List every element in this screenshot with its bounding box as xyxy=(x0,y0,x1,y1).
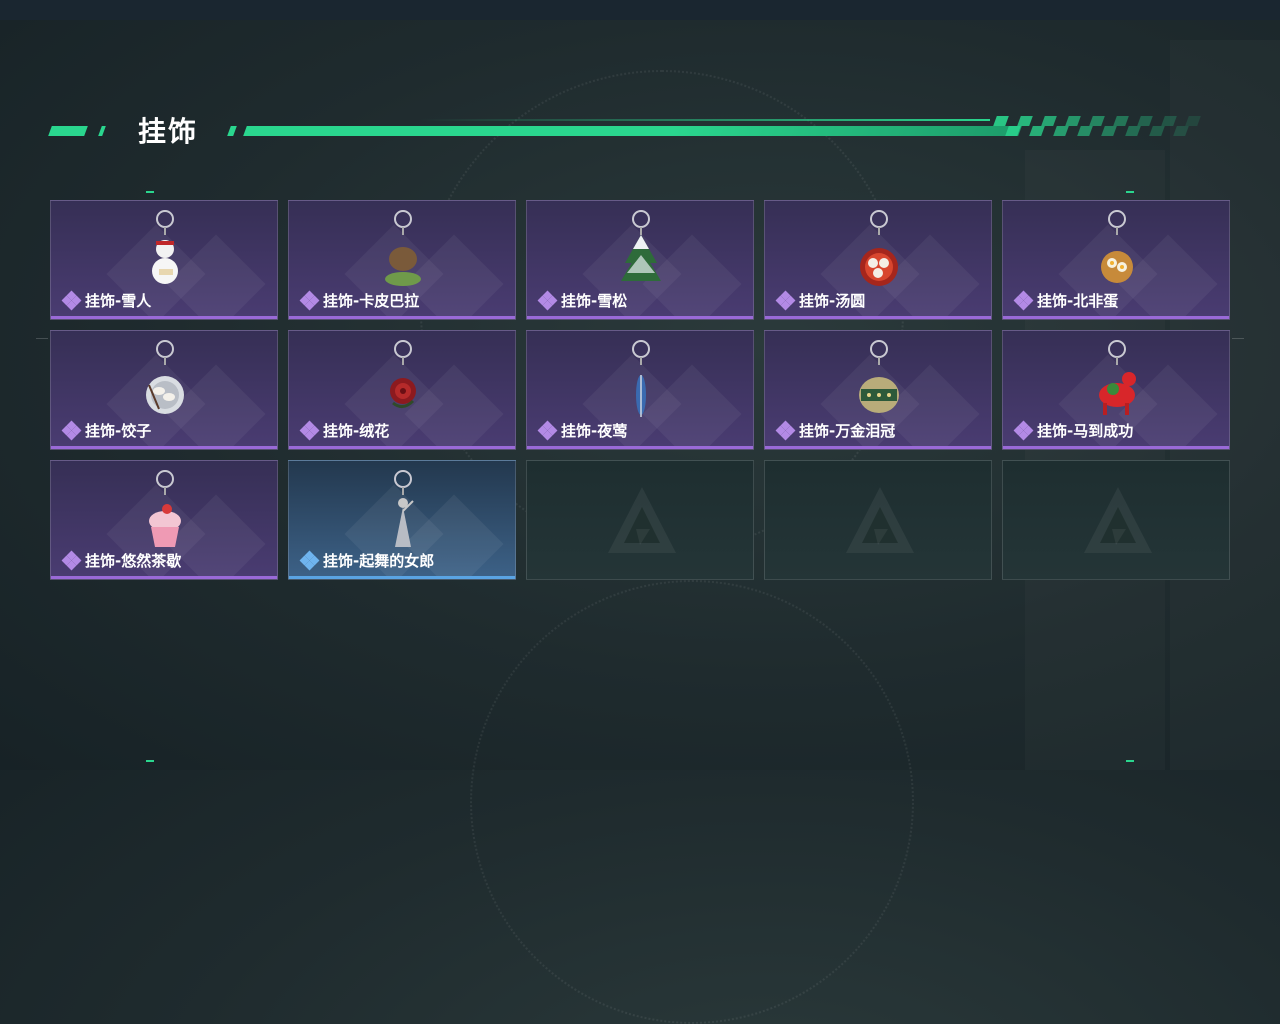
rarity-underline xyxy=(289,316,515,319)
rarity-underline xyxy=(765,316,991,319)
game-logo-placeholder-icon xyxy=(844,483,916,559)
charm-card[interactable]: 挂饰-雪人 xyxy=(50,200,278,320)
snow-pine-charm-icon xyxy=(611,207,671,291)
rarity-underline xyxy=(51,446,277,449)
top-bar xyxy=(0,0,1280,20)
charm-name: 挂饰-卡皮巴拉 xyxy=(323,292,420,310)
charm-label: 挂饰-马到成功 xyxy=(1013,420,1134,441)
rarity-underline xyxy=(527,446,753,449)
rarity-underline xyxy=(289,446,515,449)
snowman-charm-icon xyxy=(135,207,195,291)
charm-card[interactable]: 挂饰-起舞的女郎 xyxy=(288,460,516,580)
empty-slot xyxy=(1002,460,1230,580)
shakshuka-charm-icon xyxy=(1087,207,1147,291)
rarity-diamond-icon xyxy=(61,290,82,310)
charm-card[interactable]: 挂饰-马到成功 xyxy=(1002,330,1230,450)
charm-name: 挂饰-绒花 xyxy=(323,422,390,440)
rarity-underline xyxy=(1003,446,1229,449)
rarity-diamond-icon xyxy=(537,420,558,440)
background-ring xyxy=(470,580,914,1024)
charm-name: 挂饰-起舞的女郎 xyxy=(323,552,435,570)
charm-card[interactable]: 挂饰-雪松 xyxy=(526,200,754,320)
side-guide-line xyxy=(36,338,48,339)
charm-label: 挂饰-卡皮巴拉 xyxy=(299,290,420,311)
charm-name: 挂饰-马到成功 xyxy=(1037,422,1134,440)
corner-tick xyxy=(1126,191,1134,193)
charm-name: 挂饰-汤圆 xyxy=(799,292,866,310)
rarity-diamond-icon xyxy=(61,550,82,570)
charm-label: 挂饰-夜莺 xyxy=(537,420,628,441)
empty-slot xyxy=(764,460,992,580)
rarity-diamond-icon xyxy=(299,550,320,570)
checker-cell xyxy=(1185,126,1201,136)
charm-card[interactable]: 挂饰-夜莺 xyxy=(526,330,754,450)
charm-label: 挂饰-绒花 xyxy=(299,420,390,441)
charm-label: 挂饰-雪松 xyxy=(537,290,628,311)
charm-name: 挂饰-饺子 xyxy=(85,422,152,440)
rarity-underline xyxy=(51,316,277,319)
rarity-diamond-icon xyxy=(1013,290,1034,310)
charm-card[interactable]: 挂饰-卡皮巴拉 xyxy=(288,200,516,320)
rarity-diamond-icon xyxy=(775,290,796,310)
crown-charm-icon xyxy=(849,337,909,421)
checker-cell xyxy=(1185,116,1201,126)
rarity-diamond-icon xyxy=(775,420,796,440)
charm-name: 挂饰-悠然茶歇 xyxy=(85,552,182,570)
rarity-diamond-icon xyxy=(61,420,82,440)
header-accent-bar xyxy=(227,126,237,136)
charm-label: 挂饰-饺子 xyxy=(61,420,152,441)
charm-card[interactable]: 挂饰-悠然茶歇 xyxy=(50,460,278,580)
header-progress-line xyxy=(243,126,1022,136)
header-checker-pattern xyxy=(993,116,1205,136)
charm-grid: 挂饰-雪人 挂饰-卡皮巴拉 挂饰-雪松 挂饰-汤圆 挂饰-北非蛋 挂饰-饺子 挂饰-绒花 挂饰… xyxy=(50,200,1230,580)
charm-label: 挂饰-北非蛋 xyxy=(1013,290,1119,311)
corner-tick xyxy=(146,191,154,193)
side-guide-line xyxy=(1232,338,1244,339)
charm-label: 挂饰-悠然茶歇 xyxy=(61,550,182,571)
charm-label: 挂饰-汤圆 xyxy=(775,290,866,311)
header-accent-bar xyxy=(48,126,88,136)
charm-card[interactable]: 挂饰-北非蛋 xyxy=(1002,200,1230,320)
tangyuan-charm-icon xyxy=(849,207,909,291)
dancing-lady-charm-icon xyxy=(373,467,433,551)
red-horse-charm-icon xyxy=(1087,337,1147,421)
charm-label: 挂饰-起舞的女郎 xyxy=(299,550,435,571)
charm-card[interactable]: 挂饰-绒花 xyxy=(288,330,516,450)
rarity-underline xyxy=(51,576,277,579)
rarity-underline xyxy=(289,576,515,579)
velvet-flower-charm-icon xyxy=(373,337,433,421)
corner-tick xyxy=(146,760,154,762)
nightingale-feather-charm-icon xyxy=(611,337,671,421)
page-title: 挂饰 xyxy=(138,115,199,148)
rarity-underline xyxy=(765,446,991,449)
rarity-diamond-icon xyxy=(1013,420,1034,440)
charm-name: 挂饰-夜莺 xyxy=(561,422,628,440)
charm-label: 挂饰-雪人 xyxy=(61,290,152,311)
game-logo-placeholder-icon xyxy=(606,483,678,559)
charm-card[interactable]: 挂饰-饺子 xyxy=(50,330,278,450)
header-thin-line xyxy=(420,119,990,121)
charm-name: 挂饰-万金泪冠 xyxy=(799,422,896,440)
rarity-diamond-icon xyxy=(299,420,320,440)
rarity-diamond-icon xyxy=(537,290,558,310)
charm-name: 挂饰-北非蛋 xyxy=(1037,292,1119,310)
rarity-underline xyxy=(527,316,753,319)
game-logo-placeholder-icon xyxy=(1082,483,1154,559)
charm-card[interactable]: 挂饰-万金泪冠 xyxy=(764,330,992,450)
cupcake-charm-icon xyxy=(135,467,195,551)
empty-slot xyxy=(526,460,754,580)
charm-name: 挂饰-雪人 xyxy=(85,292,152,310)
dumpling-charm-icon xyxy=(135,337,195,421)
capybara-charm-icon xyxy=(373,207,433,291)
charm-card[interactable]: 挂饰-汤圆 xyxy=(764,200,992,320)
rarity-diamond-icon xyxy=(299,290,320,310)
corner-tick xyxy=(1126,760,1134,762)
rarity-underline xyxy=(1003,316,1229,319)
charm-label: 挂饰-万金泪冠 xyxy=(775,420,896,441)
charm-name: 挂饰-雪松 xyxy=(561,292,628,310)
header-accent-bar xyxy=(98,126,106,136)
